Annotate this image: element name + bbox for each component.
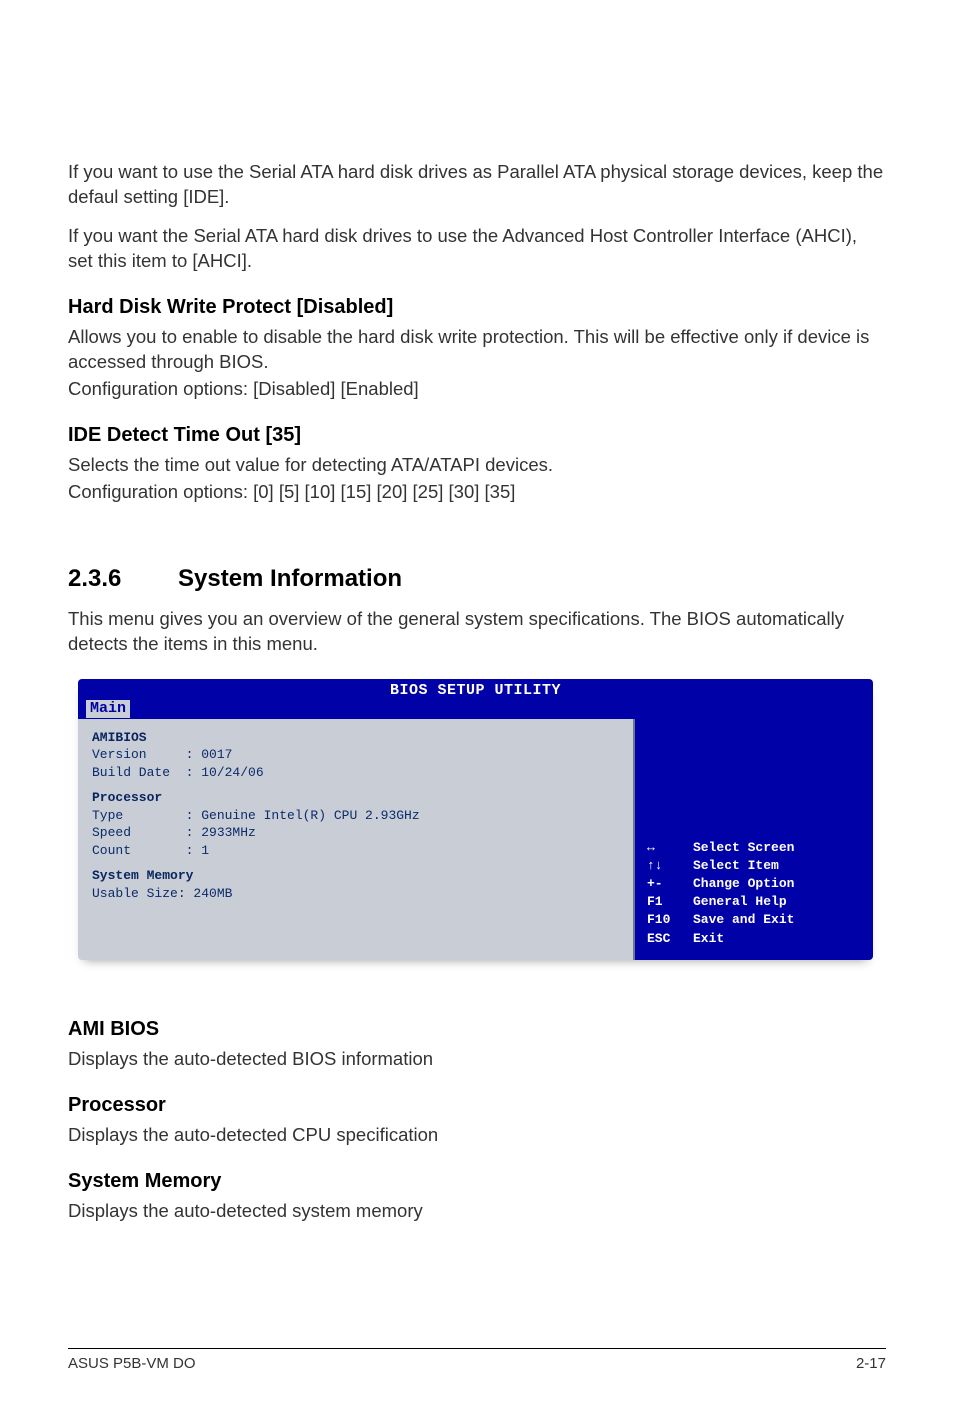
- paragraph: If you want to use the Serial ATA hard d…: [68, 160, 886, 210]
- heading-ide-detect-time-out: IDE Detect Time Out [35]: [68, 424, 886, 447]
- bios-help-select-item: ↑↓ Select Item: [647, 857, 863, 875]
- bios-row-cpu-type: Type : Genuine Intel(R) CPU 2.93GHz: [92, 807, 621, 825]
- key-f1: F1: [647, 893, 693, 911]
- page-footer: ASUS P5B-VM DO 2-17: [68, 1348, 886, 1372]
- up-down-arrow-icon: ↑↓: [647, 857, 693, 875]
- paragraph: Allows you to enable to disable the hard…: [68, 325, 886, 375]
- bios-help-save-exit: F10 Save and Exit: [647, 911, 863, 929]
- bios-tab-bar: Main: [78, 699, 873, 719]
- footer-page-number: 2-17: [856, 1355, 886, 1372]
- paragraph: Configuration options: [0] [5] [10] [15]…: [68, 480, 886, 505]
- heading-processor: Processor: [68, 1094, 886, 1117]
- paragraph: Displays the auto-detected system memory: [68, 1199, 886, 1224]
- section-number: 2.3.6: [68, 565, 178, 593]
- footer-left: ASUS P5B-VM DO: [68, 1355, 196, 1372]
- bios-row-version: Version : 0017: [92, 746, 621, 764]
- bios-row-cpu-count: Count : 1: [92, 842, 621, 860]
- bios-row-build-date: Build Date : 10/24/06: [92, 764, 621, 782]
- help-text: Change Option: [693, 875, 794, 893]
- bios-tab-main[interactable]: Main: [86, 700, 130, 718]
- heading-system-memory: System Memory: [68, 1170, 886, 1193]
- key-f10: F10: [647, 911, 693, 929]
- shadow-curve: [68, 982, 886, 996]
- heading-system-information: 2.3.6System Information: [68, 565, 886, 593]
- bios-title-bar: BIOS SETUP UTILITY: [78, 679, 873, 699]
- paragraph: Displays the auto-detected BIOS informat…: [68, 1047, 886, 1072]
- section-title: System Information: [178, 565, 402, 592]
- bios-help-exit: ESC Exit: [647, 930, 863, 948]
- bios-setup-utility: BIOS SETUP UTILITY Main AMIBIOS Version …: [78, 679, 873, 960]
- bios-label-amibios: AMIBIOS: [92, 729, 621, 747]
- heading-hard-disk-write-protect: Hard Disk Write Protect [Disabled]: [68, 296, 886, 319]
- bios-row-cpu-speed: Speed : 2933MHz: [92, 824, 621, 842]
- paragraph: Configuration options: [Disabled] [Enabl…: [68, 377, 886, 402]
- bios-help-general-help: F1 General Help: [647, 893, 863, 911]
- bios-body: AMIBIOS Version : 0017 Build Date : 10/2…: [78, 719, 873, 960]
- bios-help-change-option: +- Change Option: [647, 875, 863, 893]
- paragraph: If you want the Serial ATA hard disk dri…: [68, 224, 886, 274]
- bios-help-panel: ↔ Select Screen ↑↓ Select Item +- Change…: [635, 719, 873, 960]
- paragraph: This menu gives you an overview of the g…: [68, 607, 886, 657]
- help-text: Exit: [693, 930, 724, 948]
- help-text: Select Item: [693, 857, 779, 875]
- help-text: Save and Exit: [693, 911, 794, 929]
- bios-row-memory-size: Usable Size: 240MB: [92, 885, 621, 903]
- bios-label-system-memory: System Memory: [92, 867, 621, 885]
- bios-label-processor: Processor: [92, 789, 621, 807]
- heading-ami-bios: AMI BIOS: [68, 1018, 886, 1041]
- help-text: Select Screen: [693, 839, 794, 857]
- left-right-arrow-icon: ↔: [647, 839, 693, 857]
- plus-minus-icon: +-: [647, 875, 693, 893]
- bios-help-select-screen: ↔ Select Screen: [647, 839, 863, 857]
- bios-left-panel: AMIBIOS Version : 0017 Build Date : 10/2…: [78, 719, 635, 960]
- key-esc: ESC: [647, 930, 693, 948]
- paragraph: Selects the time out value for detecting…: [68, 453, 886, 478]
- help-text: General Help: [693, 893, 787, 911]
- paragraph: Displays the auto-detected CPU specifica…: [68, 1123, 886, 1148]
